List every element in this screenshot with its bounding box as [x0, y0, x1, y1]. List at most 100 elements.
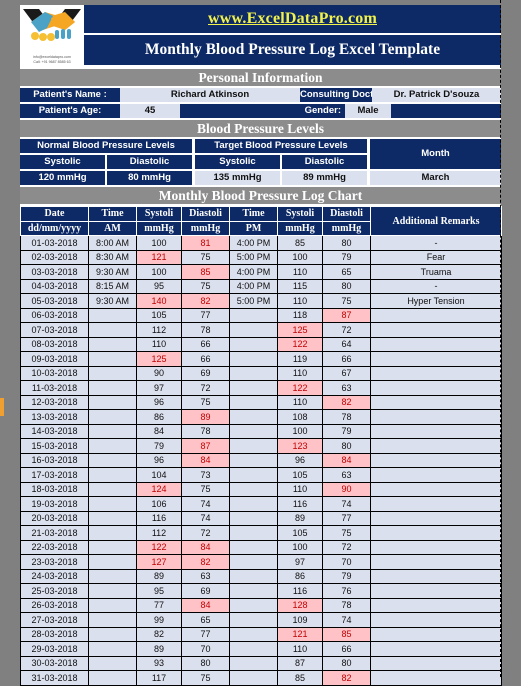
cell-time-pm[interactable]	[229, 554, 278, 570]
cell-time-am[interactable]	[88, 583, 137, 599]
cell-remarks[interactable]	[370, 554, 502, 570]
cell-time-am[interactable]: 8:00 AM	[88, 235, 137, 251]
cell-systolic-am[interactable]: 82	[136, 626, 182, 642]
cell-date[interactable]: 28-03-2018	[20, 626, 89, 642]
cell-diastolic-am[interactable]: 72	[181, 525, 230, 541]
cell-systolic-am[interactable]: 127	[136, 554, 182, 570]
cell-diastolic-pm[interactable]: 84	[322, 452, 371, 468]
cell-remarks[interactable]	[370, 568, 502, 584]
cell-remarks[interactable]	[370, 394, 502, 410]
month-value[interactable]: March	[370, 171, 501, 185]
cell-systolic-pm[interactable]: 118	[277, 307, 323, 323]
cell-diastolic-am[interactable]: 82	[181, 554, 230, 570]
cell-diastolic-am[interactable]: 82	[181, 293, 230, 309]
cell-remarks[interactable]	[370, 365, 502, 381]
consulting-doctor-value[interactable]: Dr. Patrick D'souza	[372, 88, 501, 102]
cell-date[interactable]: 06-03-2018	[20, 307, 89, 323]
cell-remarks[interactable]	[370, 322, 502, 338]
cell-time-am[interactable]: 8:15 AM	[88, 278, 137, 294]
cell-diastolic-am[interactable]: 73	[181, 467, 230, 483]
cell-remarks[interactable]	[370, 452, 502, 468]
patient-name-value[interactable]: Richard Atkinson	[120, 88, 300, 102]
cell-time-am[interactable]	[88, 612, 137, 628]
cell-time-pm[interactable]	[229, 626, 278, 642]
cell-diastolic-pm[interactable]: 78	[322, 597, 371, 613]
cell-time-am[interactable]	[88, 409, 137, 425]
cell-date[interactable]: 09-03-2018	[20, 351, 89, 367]
cell-date[interactable]: 29-03-2018	[20, 641, 89, 657]
target-diastolic-value[interactable]: 89 mmHg	[282, 171, 367, 185]
cell-time-pm[interactable]	[229, 452, 278, 468]
cell-systolic-pm[interactable]: 122	[277, 336, 323, 352]
cell-diastolic-am[interactable]: 75	[181, 278, 230, 294]
cell-time-am[interactable]: 9:30 AM	[88, 293, 137, 309]
cell-date[interactable]: 15-03-2018	[20, 438, 89, 454]
target-systolic-value[interactable]: 135 mmHg	[195, 171, 280, 185]
cell-time-am[interactable]	[88, 641, 137, 657]
cell-remarks[interactable]	[370, 626, 502, 642]
cell-diastolic-pm[interactable]: 79	[322, 423, 371, 439]
cell-time-pm[interactable]: 4:00 PM	[229, 264, 278, 280]
cell-time-am[interactable]: 8:30 AM	[88, 249, 137, 265]
cell-systolic-pm[interactable]: 100	[277, 423, 323, 439]
cell-systolic-am[interactable]: 117	[136, 670, 182, 686]
cell-time-pm[interactable]	[229, 336, 278, 352]
cell-date[interactable]: 12-03-2018	[20, 394, 89, 410]
cell-systolic-am[interactable]: 100	[136, 264, 182, 280]
cell-diastolic-am[interactable]: 69	[181, 583, 230, 599]
cell-remarks[interactable]	[370, 380, 502, 396]
cell-diastolic-pm[interactable]: 76	[322, 583, 371, 599]
cell-systolic-pm[interactable]: 85	[277, 670, 323, 686]
cell-systolic-am[interactable]: 105	[136, 307, 182, 323]
cell-systolic-pm[interactable]: 86	[277, 568, 323, 584]
cell-systolic-am[interactable]: 93	[136, 655, 182, 671]
cell-time-am[interactable]	[88, 322, 137, 338]
cell-diastolic-pm[interactable]: 79	[322, 249, 371, 265]
cell-remarks[interactable]	[370, 423, 502, 439]
cell-systolic-am[interactable]: 89	[136, 641, 182, 657]
cell-time-am[interactable]	[88, 670, 137, 686]
cell-time-am[interactable]	[88, 496, 137, 512]
cell-diastolic-am[interactable]: 84	[181, 539, 230, 555]
cell-date[interactable]: 08-03-2018	[20, 336, 89, 352]
cell-systolic-am[interactable]: 86	[136, 409, 182, 425]
cell-systolic-pm[interactable]: 110	[277, 481, 323, 497]
cell-systolic-am[interactable]: 125	[136, 351, 182, 367]
cell-time-pm[interactable]	[229, 670, 278, 686]
cell-systolic-pm[interactable]: 116	[277, 496, 323, 512]
cell-remarks[interactable]: Hyper Tension	[370, 293, 502, 309]
cell-systolic-am[interactable]: 96	[136, 452, 182, 468]
cell-remarks[interactable]	[370, 583, 502, 599]
cell-diastolic-pm[interactable]: 63	[322, 467, 371, 483]
cell-diastolic-pm[interactable]: 80	[322, 655, 371, 671]
cell-diastolic-am[interactable]: 77	[181, 307, 230, 323]
cell-systolic-pm[interactable]: 97	[277, 554, 323, 570]
cell-systolic-pm[interactable]: 116	[277, 583, 323, 599]
cell-time-am[interactable]	[88, 307, 137, 323]
cell-diastolic-pm[interactable]: 77	[322, 510, 371, 526]
cell-diastolic-pm[interactable]: 78	[322, 409, 371, 425]
cell-time-am[interactable]	[88, 351, 137, 367]
cell-date[interactable]: 01-03-2018	[20, 235, 89, 251]
cell-diastolic-am[interactable]: 78	[181, 423, 230, 439]
cell-diastolic-am[interactable]: 75	[181, 394, 230, 410]
cell-diastolic-pm[interactable]: 66	[322, 641, 371, 657]
cell-date[interactable]: 03-03-2018	[20, 264, 89, 280]
cell-time-pm[interactable]	[229, 322, 278, 338]
cell-systolic-am[interactable]: 104	[136, 467, 182, 483]
cell-remarks[interactable]	[370, 597, 502, 613]
cell-diastolic-am[interactable]: 77	[181, 626, 230, 642]
cell-time-am[interactable]	[88, 365, 137, 381]
cell-time-pm[interactable]	[229, 496, 278, 512]
cell-time-pm[interactable]	[229, 641, 278, 657]
cell-time-pm[interactable]	[229, 612, 278, 628]
cell-systolic-pm[interactable]: 119	[277, 351, 323, 367]
cell-date[interactable]: 18-03-2018	[20, 481, 89, 497]
cell-systolic-am[interactable]: 124	[136, 481, 182, 497]
cell-remarks[interactable]	[370, 539, 502, 555]
cell-time-pm[interactable]	[229, 409, 278, 425]
site-url-band[interactable]: www.ExcelDataPro.com	[84, 5, 501, 33]
cell-time-pm[interactable]	[229, 351, 278, 367]
cell-systolic-pm[interactable]: 128	[277, 597, 323, 613]
cell-diastolic-am[interactable]: 81	[181, 235, 230, 251]
